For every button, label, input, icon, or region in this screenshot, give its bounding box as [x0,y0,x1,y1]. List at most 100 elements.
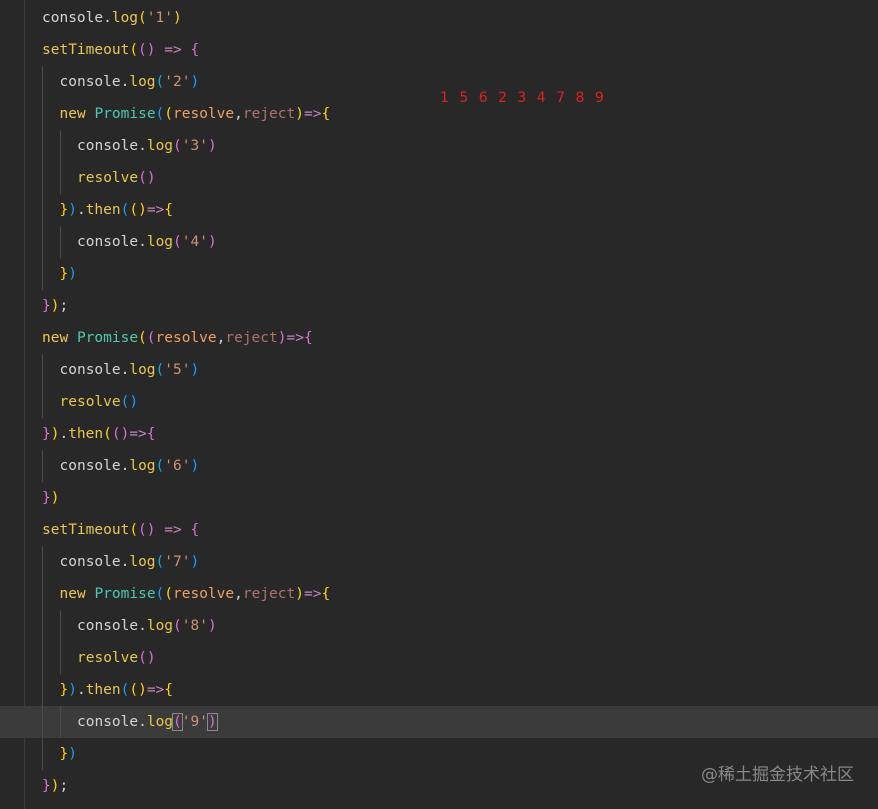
code-token: { [303,330,313,346]
indent-guide [42,610,43,642]
code-line[interactable]: new Promise((resolve,reject)=>{ [0,98,878,130]
indent-guide [59,162,61,194]
code-token: . [138,234,147,250]
code-text: }).then(()=>{ [60,194,174,226]
code-line[interactable]: console.log('2') [0,66,878,98]
code-token: . [138,138,147,154]
indent-guide [59,610,61,642]
code-token: { [321,106,331,122]
indent-guide [59,130,61,162]
code-token: . [138,618,147,634]
code-token: log [129,362,156,378]
indent-guide [42,738,43,770]
code-token: ( [173,234,182,250]
code-token: ( [129,682,139,698]
code-token: ( [146,330,156,346]
code-line[interactable]: console.log('3') [0,130,878,162]
code-token: ( [129,42,139,58]
code-token: } [59,266,69,282]
code-token: ( [164,106,174,122]
code-token: ( [138,10,147,26]
code-line[interactable]: }).then(()=>{ [0,194,878,226]
code-token: log [146,618,174,634]
code-line[interactable]: }) [0,482,878,514]
code-token: { [190,522,200,538]
code-token: . [59,426,69,442]
code-line[interactable]: console.log('8') [0,610,878,642]
code-line[interactable]: console.log('7') [0,546,878,578]
code-token: { [321,586,331,602]
code-token: => [129,426,147,442]
code-token: { [164,682,174,698]
code-text: }); [42,290,68,322]
code-token: => [164,42,182,58]
code-token: setTimeout [42,522,130,538]
code-token: log [146,138,174,154]
code-line[interactable]: }).then(()=>{ [0,674,878,706]
code-token: console [59,554,121,570]
code-line[interactable]: setTimeout(() => { [0,514,878,546]
code-token: , [234,586,243,602]
code-token: log [129,74,156,90]
code-token: ) [68,202,77,218]
code-editor[interactable]: console.log('1') setTimeout(() => {consol… [0,0,878,809]
code-text: console.log('6') [60,450,200,482]
code-line[interactable]: console.log('4') [0,226,878,258]
code-line[interactable]: console.log('6') [0,450,878,482]
code-token: ( [155,362,165,378]
code-token: , [234,106,243,122]
code-token: ( [138,170,147,186]
code-token: ) [207,234,217,250]
code-token: => [303,106,322,122]
code-token: ) [207,618,217,634]
code-line[interactable]: new Promise((resolve,reject)=>{ [0,322,878,354]
code-text: new Promise((resolve,reject)=>{ [60,578,331,610]
code-token: ( [164,586,174,602]
code-token: { [190,42,200,58]
code-token: '3' [181,138,208,154]
code-token: => [164,522,182,538]
code-token: ) [172,10,182,26]
code-token: ( [138,330,147,346]
code-line[interactable]: new Promise((resolve,reject)=>{ [0,578,878,610]
code-line[interactable]: console.log('5') [0,354,878,386]
code-token: console [77,618,139,634]
code-token: . [76,682,86,698]
code-token: '7' [164,554,191,570]
code-token: ) [129,394,139,410]
code-line[interactable]: resolve() [0,162,878,194]
code-text: console.log('3') [77,130,217,162]
code-token: ( [173,138,182,154]
code-token: log [129,458,156,474]
code-token: resolve [155,330,217,346]
indent-guide [42,674,43,706]
code-token: console [77,234,139,250]
code-token: => [146,202,165,218]
code-line[interactable]: resolve() [0,642,878,674]
code-line[interactable]: console.log('9') [0,706,878,738]
code-token: => [146,682,165,698]
code-text: }) [60,258,77,290]
indent-guide [42,386,43,418]
code-line[interactable]: }).then(()=>{ [0,418,878,450]
code-text: }); [42,770,68,802]
code-text: console.log('2') [60,66,200,98]
code-text: new Promise((resolve,reject)=>{ [60,98,331,130]
code-token: ) [138,682,147,698]
code-text: console.log('8') [77,610,217,642]
code-token: log [146,714,174,730]
code-token: ) [190,554,200,570]
code-token: ( [138,650,147,666]
code-line[interactable]: }); [0,290,878,322]
code-line[interactable]: setTimeout(() => { [0,34,878,66]
output-order-annotation: 1 5 6 2 3 4 7 8 9 [440,90,607,106]
code-line[interactable]: console.log('1') [0,2,878,34]
code-token: setTimeout [42,42,130,58]
code-token: console [59,74,121,90]
code-token: . [103,10,112,26]
code-token: ( [155,106,165,122]
code-line[interactable]: }) [0,258,878,290]
code-token: new [59,586,86,602]
code-line[interactable]: resolve() [0,386,878,418]
